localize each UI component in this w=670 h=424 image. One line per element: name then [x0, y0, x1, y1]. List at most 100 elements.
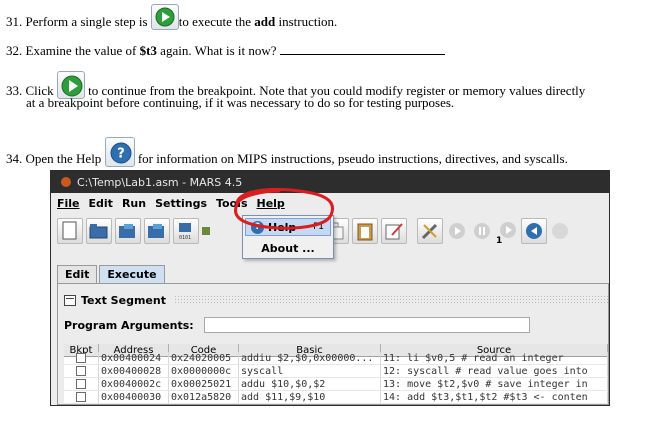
reset-icon	[552, 223, 568, 239]
menu-bar: File Edit Run Settings Tools Help	[51, 193, 609, 213]
step-button[interactable]: 1	[496, 218, 518, 246]
tools-icon	[421, 223, 438, 240]
mars-window: C:\Temp\Lab1.asm - MARS 4.5 File Edit Ru…	[50, 170, 610, 406]
find-replace-button[interactable]	[381, 218, 407, 244]
tab-bar: Edit Execute	[57, 265, 167, 283]
print-button[interactable]	[202, 218, 212, 244]
table-row[interactable]: 0x00400028 0x0000000c syscall 12: syscal…	[64, 365, 608, 378]
svg-text:?: ?	[117, 147, 125, 162]
address-cell: 0x00400030	[99, 391, 169, 403]
step-text: to execute the	[178, 13, 251, 29]
help-shortcut: F1	[313, 222, 324, 232]
step-32: 32. Examine the value of $t3 again. What…	[6, 43, 445, 59]
step-badge: 1	[496, 236, 503, 246]
breakpoint-checkbox[interactable]	[76, 366, 86, 376]
text-segment-header: Text Segment	[64, 292, 608, 308]
menu-run[interactable]: Run	[122, 197, 146, 210]
step-text: for information on MIPS instructions, ps…	[137, 150, 568, 166]
step-text: instruction.	[278, 13, 338, 29]
dump-memory-button[interactable]: 0101	[173, 218, 199, 244]
run-icon	[449, 223, 465, 239]
basic-cell: syscall	[239, 365, 381, 377]
menu-settings[interactable]: Settings	[155, 197, 207, 210]
help-icon: ?	[104, 137, 135, 167]
basic-cell: add $11,$9,$10	[239, 391, 381, 403]
step-text: Perform a single step is	[25, 13, 148, 29]
address-cell: 0x0040002c	[99, 378, 169, 390]
reset-button[interactable]	[550, 218, 570, 244]
step-bold: $t3	[139, 43, 157, 58]
execute-pane: Text Segment Program Arguments: Bkpt Add…	[57, 283, 609, 405]
table-row[interactable]: 0x00400030 0x012a5820 add $11,$9,$10 14:…	[64, 391, 608, 404]
bkpt-cell[interactable]	[64, 365, 99, 377]
help-icon: ?	[251, 220, 264, 234]
new-file-icon	[62, 221, 77, 240]
run-button[interactable]	[446, 218, 468, 244]
backstep-icon	[526, 223, 542, 239]
step-33-line2: at a breakpoint before continuing, if it…	[26, 95, 455, 110]
code-cell: 0x012a5820	[169, 391, 239, 403]
step-text: again. What is it now?	[160, 43, 277, 58]
dump-icon: 0101	[179, 223, 191, 241]
source-cell: 12: syscall # read value goes into	[381, 365, 608, 377]
bkpt-cell[interactable]	[64, 378, 99, 390]
breakpoint-checkbox[interactable]	[76, 379, 86, 389]
source-cell: 13: move $t2,$v0 # save integer in	[381, 378, 608, 390]
tab-edit[interactable]: Edit	[57, 265, 98, 283]
window-icon	[64, 294, 76, 306]
step-text: Examine the value of	[25, 43, 137, 58]
step-number: 33.	[6, 82, 23, 98]
basic-cell: addiu $2,$0,0x00000...	[239, 352, 381, 364]
step-text: Open the Help	[25, 150, 102, 166]
open-file-button[interactable]	[86, 218, 112, 244]
source-cell: 11: li $v0,5 # read an integer	[381, 352, 608, 364]
pause-icon	[474, 223, 490, 239]
code-cell: 0x0000000c	[169, 365, 239, 377]
save-button[interactable]	[115, 218, 141, 244]
step-31: 31. Perform a single step is to execute …	[6, 4, 338, 36]
program-arguments-label: Program Arguments:	[64, 318, 194, 332]
address-cell: 0x00400024	[99, 352, 169, 364]
paste-button[interactable]	[352, 218, 378, 244]
new-file-button[interactable]	[57, 218, 83, 244]
code-cell: 0x00025021	[169, 378, 239, 390]
help-menu-item[interactable]: ? Help F1	[245, 218, 331, 236]
mars-app-icon	[61, 177, 71, 187]
breakpoint-checkbox[interactable]	[76, 353, 86, 363]
source-cell: 14: add $t3,$t1,$t2 #$t3 <- conten	[381, 391, 608, 403]
program-arguments-input[interactable]	[203, 317, 530, 333]
answer-blank	[279, 43, 445, 55]
menu-tools[interactable]: Tools	[216, 197, 247, 210]
step-number: 34.	[6, 150, 23, 166]
backstep-button[interactable]	[521, 218, 547, 244]
tab-execute[interactable]: Execute	[99, 265, 165, 283]
bkpt-cell[interactable]	[64, 391, 99, 403]
svg-text:0101: 0101	[179, 235, 191, 241]
print-icon	[202, 227, 210, 235]
save-as-icon	[148, 224, 164, 238]
table-row[interactable]: 0x00400024 0x24020005 addiu $2,$0,0x0000…	[64, 352, 608, 365]
clipboard-icon	[357, 223, 373, 241]
save-icon	[119, 224, 135, 238]
menu-file[interactable]: File	[57, 197, 80, 210]
about-menu-item[interactable]: About ...	[245, 239, 331, 257]
step-number: 32.	[6, 43, 23, 58]
help-menu-label: Help	[268, 220, 297, 234]
assemble-button[interactable]	[417, 218, 443, 244]
edit-icon	[385, 223, 403, 240]
folder-icon	[89, 224, 108, 239]
step-number: 31.	[6, 13, 23, 29]
text-segment-title: Text Segment	[81, 293, 166, 307]
pause-button[interactable]	[471, 218, 493, 244]
program-arguments: Program Arguments:	[64, 316, 608, 334]
step-forward-icon	[150, 4, 179, 30]
bkpt-cell[interactable]	[64, 352, 99, 364]
address-cell: 0x00400028	[99, 365, 169, 377]
menu-help[interactable]: Help	[257, 197, 285, 210]
breakpoint-checkbox[interactable]	[76, 392, 86, 402]
save-as-button[interactable]	[144, 218, 170, 244]
menu-edit[interactable]: Edit	[89, 197, 113, 210]
text-segment-table: Bkpt Address Code Basic Source 0x0040002…	[64, 344, 608, 404]
title-grip	[173, 295, 608, 305]
table-row[interactable]: 0x0040002c 0x00025021 addu $10,$0,$2 13:…	[64, 378, 608, 391]
